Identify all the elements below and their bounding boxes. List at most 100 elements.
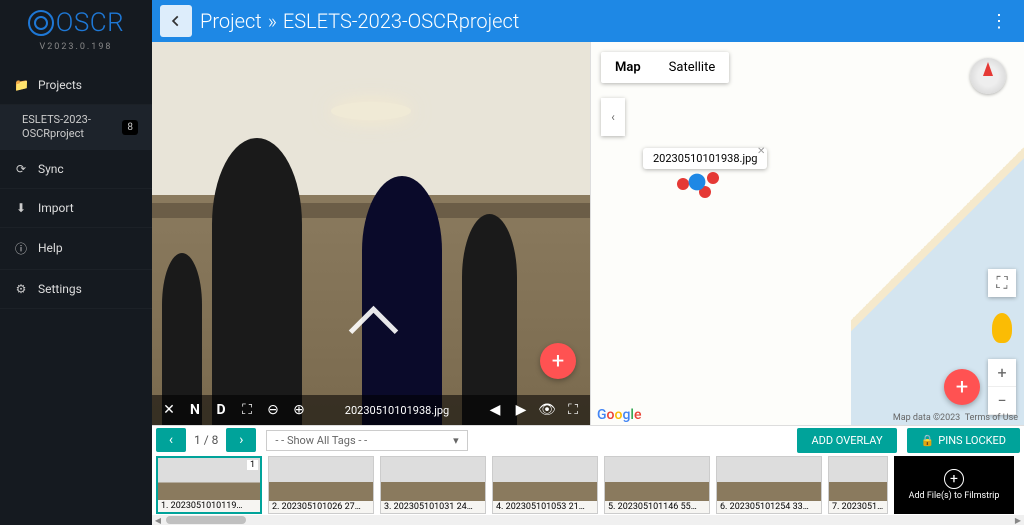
thumbnail-label: 6. 202305101254 33… xyxy=(717,501,821,513)
map-zoom-out-button[interactable]: − xyxy=(988,387,1016,415)
thumbnail-label: 2. 202305101026 27… xyxy=(269,501,373,513)
close-viewer-button[interactable]: ✕ xyxy=(160,402,178,418)
plus-circle-icon: + xyxy=(944,469,964,489)
pager-position: 1 / 8 xyxy=(194,433,218,447)
pager-prev-button[interactable]: ‹ xyxy=(156,428,186,452)
more-menu-button[interactable]: ⋮ xyxy=(982,7,1016,36)
chevron-left-icon xyxy=(169,14,183,28)
bottom-bar: ‹ 1 / 8 › - - Show All Tags - - ▾ ADD OV… xyxy=(152,425,1024,525)
back-button[interactable] xyxy=(160,5,192,37)
nav-import-label: Import xyxy=(38,201,74,215)
filmstrip: 11. 2023051010119… 2. 202305101026 27… 3… xyxy=(152,454,1024,515)
expand-icon[interactable]: ⛶ xyxy=(564,402,582,418)
map-attribution: Map data ©2023 Terms of Use xyxy=(893,413,1018,423)
google-logo: Google xyxy=(597,407,641,423)
nav-project-item-label: ESLETS-2023-OSCRproject xyxy=(22,113,122,142)
marker-tooltip: 20230510101938.jpg ✕ xyxy=(643,148,767,169)
breadcrumb-root[interactable]: Project xyxy=(200,9,262,33)
info-icon: ⓘ xyxy=(14,240,28,257)
scroll-right-arrow[interactable]: ▶ xyxy=(1012,515,1024,525)
map-pin[interactable] xyxy=(707,172,719,184)
map-panel[interactable]: Map Satellite ‹ 20230510101938.jpg ✕ ⛶ + xyxy=(590,42,1024,425)
prev-image-button[interactable]: ◀ xyxy=(486,402,504,418)
topbar: Project»ESLETS-2023-OSCRproject ⋮ xyxy=(152,0,1024,42)
breadcrumb-current: ESLETS-2023-OSCRproject xyxy=(283,9,519,33)
thumbnail-label: 3. 202305101031 24… xyxy=(381,501,485,513)
breadcrumb: Project»ESLETS-2023-OSCRproject xyxy=(200,9,982,33)
thumbnail[interactable]: 6. 202305101254 33… xyxy=(716,456,822,514)
thumbnail[interactable]: 2. 202305101026 27… xyxy=(268,456,374,514)
folder-icon: 📁 xyxy=(14,78,28,92)
pegman-icon[interactable] xyxy=(992,313,1012,343)
tooltip-close-button[interactable]: ✕ xyxy=(757,146,765,157)
map-zoom-in-button[interactable]: + xyxy=(988,359,1016,387)
compass-icon[interactable] xyxy=(970,58,1006,94)
logo: OSCR V2023.0.198 xyxy=(0,0,152,66)
zoom-in-button[interactable]: ⊕ xyxy=(290,402,308,418)
app-version: V2023.0.198 xyxy=(12,42,140,52)
map-controls: ⛶ + − xyxy=(988,269,1016,415)
sidebar: OSCR V2023.0.198 📁 Projects ESLETS-2023-… xyxy=(0,0,152,525)
sync-icon: ⟳ xyxy=(14,162,28,176)
nav-project-item[interactable]: ESLETS-2023-OSCRproject 8 xyxy=(0,105,152,150)
map-pin-active[interactable] xyxy=(689,174,706,191)
fullscreen-map-button[interactable]: ⛶ xyxy=(988,269,1016,297)
pager-next-button[interactable]: › xyxy=(226,428,256,452)
nav-settings-label: Settings xyxy=(38,282,82,296)
map-collapse-button[interactable]: ‹ xyxy=(601,98,625,136)
gear-icon: ⚙ xyxy=(14,282,28,296)
pins-locked-button[interactable]: 🔒 PINS LOCKED xyxy=(907,428,1020,453)
viewer-filename: 20230510101938.jpg xyxy=(316,404,478,417)
main: Project»ESLETS-2023-OSCRproject ⋮ + ✕ N … xyxy=(152,0,1024,525)
zoom-out-button[interactable]: ⊖ xyxy=(264,402,282,418)
thumbnail[interactable]: 7. 20230510 17… xyxy=(828,456,888,514)
thumbnail-label: 4. 202305101053 21… xyxy=(493,501,597,513)
thumbnail-label: 7. 20230510 17… xyxy=(829,501,887,513)
add-files-button[interactable]: + Add File(s) to Filmstrip xyxy=(894,456,1014,514)
d-button[interactable]: D xyxy=(212,402,230,418)
scroll-left-arrow[interactable]: ◀ xyxy=(152,515,164,525)
tags-label: - - Show All Tags - - xyxy=(275,434,367,447)
filmstrip-toolbar: ‹ 1 / 8 › - - Show All Tags - - ▾ ADD OV… xyxy=(152,426,1024,454)
thumbnail[interactable]: 11. 2023051010119… xyxy=(156,456,262,514)
nav-projects[interactable]: 📁 Projects xyxy=(0,66,152,105)
horizontal-scrollbar[interactable]: ◀ ▶ xyxy=(152,515,1024,525)
import-icon: ⬇ xyxy=(14,201,28,215)
nav-import[interactable]: ⬇ Import xyxy=(0,189,152,228)
map-pin[interactable] xyxy=(677,178,689,190)
nav-settings[interactable]: ⚙ Settings xyxy=(0,270,152,309)
nav-sync-label: Sync xyxy=(38,162,64,176)
nav-help-label: Help xyxy=(38,241,63,255)
pins-locked-label: PINS LOCKED xyxy=(938,434,1006,447)
nav-forward-arrow[interactable] xyxy=(346,305,396,335)
nav-sync[interactable]: ⟳ Sync xyxy=(0,150,152,189)
add-fab-button[interactable]: + xyxy=(540,343,576,379)
scroll-thumb[interactable] xyxy=(166,516,246,524)
map-add-fab-button[interactable]: + xyxy=(944,369,980,405)
map-type-satellite[interactable]: Satellite xyxy=(655,52,730,83)
project-count-badge: 8 xyxy=(122,120,138,135)
visibility-icon[interactable]: 👁 xyxy=(538,402,556,418)
thumbnail[interactable]: 5. 202305101146 55… xyxy=(604,456,710,514)
panorama-image[interactable]: + ✕ N D ⛶ ⊖ ⊕ 20230510101938.jpg ◀ ▶ 👁 ⛶ xyxy=(152,42,590,425)
thumbnail-label: 1. 2023051010119… xyxy=(158,500,260,512)
tags-dropdown[interactable]: - - Show All Tags - - ▾ xyxy=(266,430,467,451)
lock-icon: 🔒 xyxy=(921,434,935,447)
nav-help[interactable]: ⓘ Help xyxy=(0,228,152,270)
nav-projects-label: Projects xyxy=(38,78,82,92)
thumbnail[interactable]: 3. 202305101031 24… xyxy=(380,456,486,514)
terms-link[interactable]: Terms of Use xyxy=(965,413,1018,423)
thumbnail[interactable]: 4. 202305101053 21… xyxy=(492,456,598,514)
next-image-button[interactable]: ▶ xyxy=(512,402,530,418)
map-type-toggle: Map Satellite xyxy=(601,52,729,83)
add-files-label: Add File(s) to Filmstrip xyxy=(909,491,1000,501)
content: + ✕ N D ⛶ ⊖ ⊕ 20230510101938.jpg ◀ ▶ 👁 ⛶ xyxy=(152,42,1024,425)
map-type-map[interactable]: Map xyxy=(601,52,655,83)
viewer-toolbar: ✕ N D ⛶ ⊖ ⊕ 20230510101938.jpg ◀ ▶ 👁 ⛶ xyxy=(152,395,590,425)
chevron-down-icon: ▾ xyxy=(453,434,459,447)
north-button[interactable]: N xyxy=(186,402,204,418)
map-markers xyxy=(677,172,727,202)
thumbnail-label: 5. 202305101146 55… xyxy=(605,501,709,513)
fullscreen-target-icon[interactable]: ⛶ xyxy=(238,402,256,418)
add-overlay-button[interactable]: ADD OVERLAY xyxy=(797,428,896,453)
